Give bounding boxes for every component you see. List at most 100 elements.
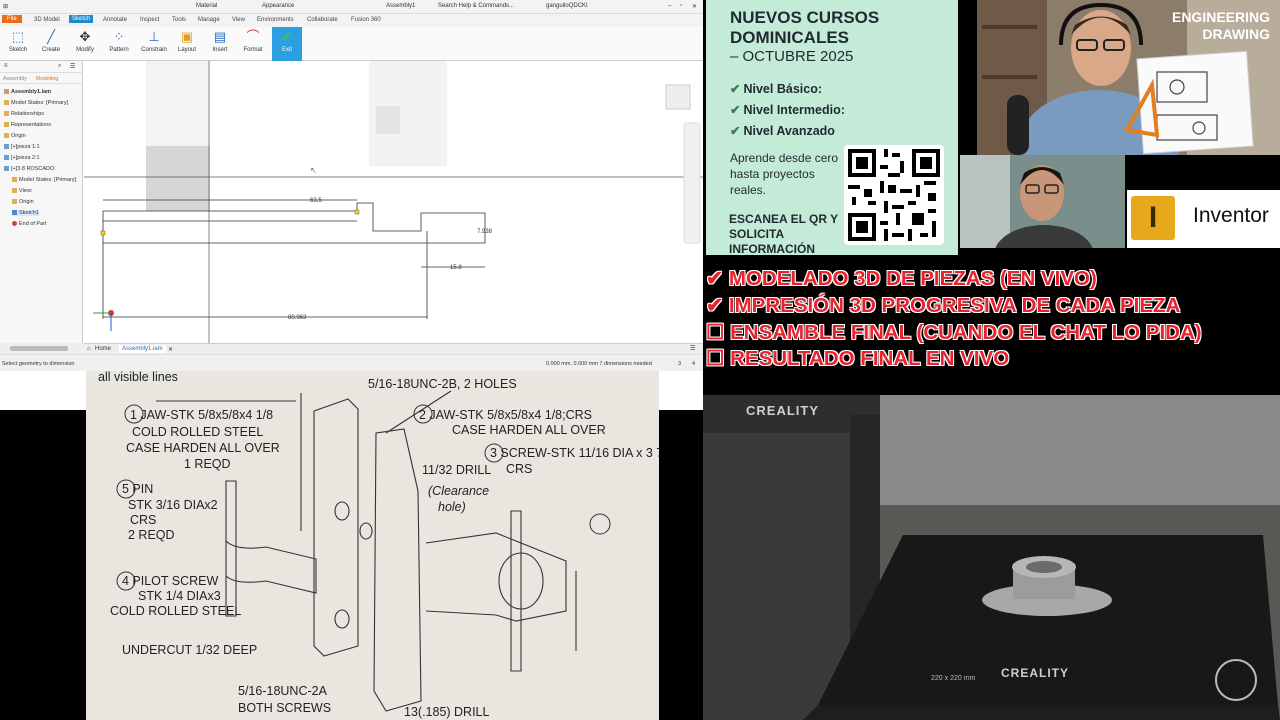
promo-learn-text: Aprende desde cero hasta proyectos reale… [730,151,839,197]
browser-scrollbar[interactable] [0,343,84,354]
dimension-63-5[interactable]: 63.5 [310,198,322,204]
dimension-7-938[interactable]: 7.938 [477,229,493,235]
dimension-80-963[interactable]: 80.963 [288,315,307,321]
tab-inspect[interactable]: Inspect [140,17,159,23]
navigation-bar[interactable] [683,122,701,244]
finish-sketch-button[interactable]: ✔ Exit [272,27,302,61]
tab-list-icon[interactable]: ☰ [690,345,695,352]
webcam-guest-scene [960,155,1125,248]
inventor-window: ⊞ Material Appearance Assembly1 Search H… [0,0,703,410]
browser-list-icon[interactable]: ☰ [70,63,75,70]
browser-item[interactable]: [+]pieza 1:1 [4,144,40,150]
browser-item[interactable]: Origin [12,199,34,205]
browser-menu-icon[interactable]: ≡ [4,63,8,69]
paper-label: COLD ROLLED STEEL [132,425,263,439]
title-bar: ⊞ Material Appearance Assembly1 Search H… [0,0,703,14]
browser-item[interactable]: Origin [4,133,26,139]
tab-3d-model[interactable]: 3D Model [34,17,60,23]
browser-item[interactable]: View: [12,188,32,194]
inventor-app-icon[interactable]: ⊞ [3,3,8,10]
tab-view[interactable]: View [232,17,245,23]
browser-item[interactable]: [+]3.8 ROSCADO [4,166,54,172]
tab-file[interactable]: File [2,15,22,23]
browser-tab-modeling[interactable]: Modeling [36,76,58,82]
pattern-button[interactable]: ⁘ Pattern [104,27,134,61]
graphics-canvas[interactable]: 63.5 7.938 15.8 80.963 ↖ [84,61,703,343]
material-dropdown[interactable]: Material [196,3,217,9]
status-count-b: 4 [692,361,696,367]
paper-label: hole) [438,500,466,514]
part-icon [4,144,9,150]
viewcube-icon[interactable] [665,84,691,110]
home-icon[interactable]: ⌂ [87,346,91,352]
folder-icon [4,111,9,117]
sketch-profile[interactable] [102,199,486,319]
appearance-dropdown[interactable]: Appearance [262,3,294,9]
check-icon: ✔ [730,82,741,96]
tab-environments[interactable]: Environments [257,17,294,23]
check-icon: ✔ [706,294,724,317]
document-title: Assembly1 [386,3,416,9]
checklist-item: ☐ RESULTADO FINAL EN VIVO [706,347,1010,370]
status-count-a: 3 [678,361,682,367]
folder-icon [12,188,17,194]
layout-icon: ▣ [180,29,194,44]
level-item: ✔ Nivel Básico: [730,82,822,96]
close-icon[interactable]: ✕ [692,3,697,10]
paper-label: UNDERCUT 1/32 DEEP [122,643,257,657]
minimize-icon[interactable]: – [668,3,671,9]
menu-bar: File 3D Model Sketch Annotate Inspect To… [0,14,703,27]
paper-label: 5/16-18UNC-2A [238,684,328,698]
cursor-icon: ↖ [310,166,317,175]
status-coordinates: 0.000 mm, 0.000 mm 7 dimensions needed [546,361,652,367]
browser-item[interactable]: Relationships [4,111,44,117]
paper-note: all visible lines [98,371,178,384]
paper-label: 1 REQD [184,457,231,471]
paper-label: CRS [506,462,532,476]
tab-manage[interactable]: Manage [198,17,220,23]
tab-tools[interactable]: Tools [172,17,186,23]
browser-item[interactable]: Model States: [Primary] [4,100,68,106]
doc-tab-assembly[interactable]: Assembly1.iam [119,345,166,353]
browser-tab-assembly[interactable]: Assembly [3,76,27,82]
folder-icon [4,100,9,106]
tab-annotate[interactable]: Annotate [103,17,127,23]
format-button[interactable]: ⌒ Format [238,27,268,61]
layout-button[interactable]: ▣ Layout [172,27,202,61]
browser-item[interactable]: [+]pieza 2:1 [4,155,40,161]
folder-icon [12,199,17,205]
doc-tab-home[interactable]: Home [95,346,111,352]
qr-code[interactable] [844,145,944,245]
checklist-item: ✔ MODELADO 3D DE PIEZAS (EN VIVO) [706,267,1097,290]
modify-button[interactable]: ✥ Modify [70,27,100,61]
webcam-instructor: ENGINEERING DRAWING [977,0,1280,155]
browser-search-icon[interactable]: ⌕ [58,63,61,70]
constrain-button[interactable]: ⊥ Constrain [138,27,170,61]
paper-label: BOTH SCREWS [238,701,331,715]
insert-button[interactable]: ▤ Insert [205,27,235,61]
browser-item[interactable]: Model States: [Primary] [12,177,76,183]
promo-subtitle: – OCTUBRE 2025 [730,48,854,65]
browser-item[interactable]: Sketch1 [12,210,39,216]
create-button[interactable]: ╱ Create [36,27,66,61]
browser-item[interactable]: Assembly1.iam [4,89,51,95]
printer-scene [703,395,1280,720]
close-tab-icon[interactable]: ✕ [168,346,173,353]
format-icon: ⌒ [246,29,260,44]
check-icon: ✔ [730,124,741,138]
dimension-15-8[interactable]: 15.8 [450,265,462,271]
tab-sketch[interactable]: Sketch [69,15,94,23]
vise-linework [156,390,577,712]
user-account[interactable]: ganguiloQDCKI [546,3,588,9]
search-help-input[interactable]: Search Help & Commands... [438,3,514,9]
browser-item[interactable]: End of Part [12,221,47,227]
browser-item[interactable]: Representations [4,122,51,128]
end-of-part-icon [12,221,17,227]
tab-fusion-360[interactable]: Fusion 360 [351,17,381,23]
maximize-icon[interactable]: ▫ [680,3,682,9]
bed-size-label: 220 x 220 mm [931,675,976,682]
sketch-button[interactable]: ⬚ Sketch [3,27,33,61]
paper-label: 4 PILOT SCREW [122,574,219,588]
tab-collaborate[interactable]: Collaborate [307,17,338,23]
paper-label: 1 JAW-STK 5/8x5/8x4 1/8 [130,408,273,422]
